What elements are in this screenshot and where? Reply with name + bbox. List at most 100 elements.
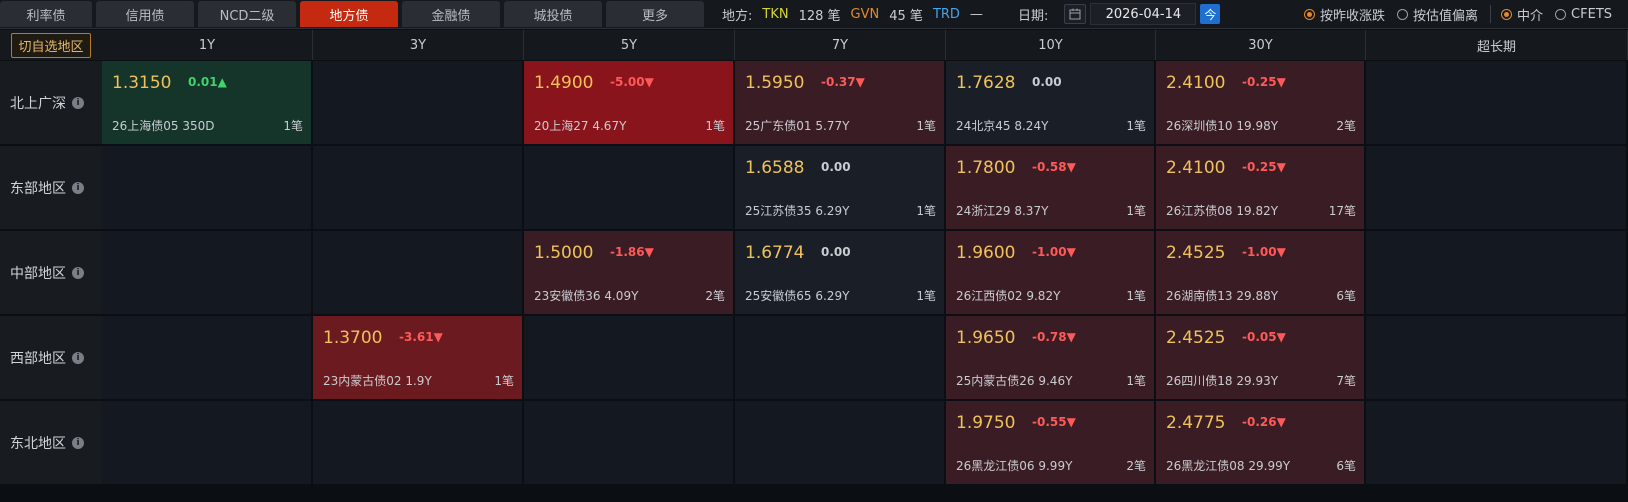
trade-count: 1笔	[916, 119, 936, 133]
yield-value: 1.5950	[745, 73, 805, 93]
quote-cell[interactable]: 2.4100 -0.25▼ 26江苏债08 19.82Y 17笔	[1156, 146, 1366, 231]
quote-cell[interactable]: 1.9750 -0.55▼ 26黑龙江债06 9.99Y 2笔	[946, 401, 1156, 486]
bond-name: 20上海27 4.67Y	[534, 119, 627, 133]
quote-cell[interactable]: 1.7628 0.00 24北京45 8.24Y 1笔	[946, 61, 1156, 146]
yield-value: 1.4900	[534, 73, 594, 93]
info-icon[interactable]: i	[72, 266, 84, 279]
trade-count: 1笔	[916, 204, 936, 218]
bond-name: 23内蒙古债02 1.9Y	[323, 374, 432, 388]
change-value: 0.00	[821, 245, 851, 259]
info-icon[interactable]: i	[72, 181, 84, 194]
region-tenor-grid: 切自选地区 1Y 3Y 5Y 7Y 10Y 30Y 超长期北上广深 i 1.3150 0.01▲ 2…	[0, 30, 1628, 502]
trade-summary: 地方: TKN 128 笔 GVN 45 笔 TRD —	[722, 0, 993, 28]
quote-cell[interactable]: 1.7800 -0.58▼ 24浙江29 8.37Y 1笔	[946, 146, 1156, 231]
bond-name: 25安徽债65 6.29Y	[745, 289, 850, 303]
column-header-5[interactable]: 30Y	[1156, 30, 1366, 60]
change-value: 0.01▲	[188, 75, 227, 89]
row-header-3[interactable]: 西部地区 i	[0, 316, 102, 401]
tab-6[interactable]: 更多	[606, 1, 704, 27]
trade-count: 6笔	[1336, 459, 1356, 473]
yield-value: 2.4525	[1166, 328, 1226, 348]
trade-count: 1笔	[494, 374, 514, 388]
column-header-1[interactable]: 3Y	[313, 30, 524, 60]
radio-option-2[interactable]: 中介	[1501, 5, 1543, 24]
quote-cell[interactable]: 2.4775 -0.26▼ 26黑龙江债08 29.99Y 6笔	[1156, 401, 1366, 486]
quote-cell[interactable]: 2.4525 -0.05▼ 26四川债18 29.93Y 7笔	[1156, 316, 1366, 401]
quote-cell[interactable]: 1.9650 -0.78▼ 25内蒙古债26 9.46Y 1笔	[946, 316, 1156, 401]
radio-option-0[interactable]: 按昨收涨跌	[1304, 5, 1385, 24]
tab-0[interactable]: 利率债	[0, 1, 92, 27]
trade-count: 1笔	[705, 119, 725, 133]
yield-value: 1.3150	[112, 73, 172, 93]
empty-cell	[1366, 231, 1628, 316]
bond-name: 26上海债05 350D	[112, 119, 215, 133]
yield-value: 2.4525	[1166, 243, 1226, 263]
calendar-icon[interactable]	[1064, 4, 1087, 24]
info-icon[interactable]: i	[72, 351, 84, 364]
change-value: 0.00	[821, 160, 851, 174]
tab-4[interactable]: 金融债	[402, 1, 500, 27]
info-icon[interactable]: i	[72, 96, 84, 109]
radio-option-1[interactable]: 按估值偏离	[1397, 5, 1478, 24]
row-header-label: 东部地区	[10, 180, 66, 197]
column-header-0[interactable]: 1Y	[102, 30, 313, 60]
radio-dot-icon	[1397, 8, 1409, 20]
tab-3[interactable]: 地方债	[300, 1, 398, 27]
switch-region-button[interactable]: 切自选地区	[11, 32, 91, 58]
quote-cell[interactable]: 1.3150 0.01▲ 26上海债05 350D 1笔	[102, 61, 313, 146]
row-header-0[interactable]: 北上广深 i	[0, 61, 102, 146]
column-header-6[interactable]: 超长期	[1366, 30, 1628, 60]
change-value: -3.61▼	[399, 330, 443, 344]
bond-name: 26湖南债13 29.88Y	[1166, 289, 1279, 303]
trade-count: 1笔	[1126, 289, 1146, 303]
quote-cell[interactable]: 1.9600 -1.00▼ 26江西债02 9.82Y 1笔	[946, 231, 1156, 316]
tab-2[interactable]: NCD二级	[198, 1, 296, 27]
top-bar: 利率债 信用债 NCD二级 地方债 金融债 城投债 更多 地方: TKN 128 笔 GVN…	[0, 0, 1628, 29]
quote-cell[interactable]: 1.6774 0.00 25安徽债65 6.29Y 1笔	[735, 231, 946, 316]
empty-cell	[524, 316, 735, 401]
empty-cell	[735, 401, 946, 486]
radio-separator	[1490, 5, 1492, 23]
empty-cell	[524, 146, 735, 231]
date-input[interactable]: 2026-04-14	[1090, 3, 1197, 25]
quote-cell[interactable]: 2.4100 -0.25▼ 26深圳债10 19.98Y 2笔	[1156, 61, 1366, 146]
column-header-2[interactable]: 5Y	[524, 30, 735, 60]
yield-value: 1.7628	[956, 73, 1016, 93]
quote-cell[interactable]: 1.6588 0.00 25江苏债35 6.29Y 1笔	[735, 146, 946, 231]
trd-count: —	[969, 6, 983, 22]
empty-cell	[102, 401, 313, 486]
column-header-4[interactable]: 10Y	[946, 30, 1156, 60]
quote-cell[interactable]: 1.5000 -1.86▼ 23安徽债36 4.09Y 2笔	[524, 231, 735, 316]
change-value: -5.00▼	[610, 75, 654, 89]
empty-cell	[1366, 146, 1628, 231]
row-header-2[interactable]: 中部地区 i	[0, 231, 102, 316]
row-header-4[interactable]: 东北地区 i	[0, 401, 102, 486]
yield-value: 1.9650	[956, 328, 1016, 348]
column-header-3[interactable]: 7Y	[735, 30, 946, 60]
bond-name: 25内蒙古债26 9.46Y	[956, 374, 1073, 388]
bond-name: 24浙江29 8.37Y	[956, 204, 1049, 218]
yield-value: 2.4100	[1166, 73, 1226, 93]
row-header-label: 北上广深	[10, 95, 66, 112]
today-button[interactable]: 今	[1200, 4, 1221, 24]
empty-cell	[1366, 316, 1628, 401]
radio-option-3[interactable]: CFETS	[1555, 7, 1612, 22]
bond-name: 26江西债02 9.82Y	[956, 289, 1061, 303]
quote-cell[interactable]: 1.5950 -0.37▼ 25广东债01 5.77Y 1笔	[735, 61, 946, 146]
yield-value: 1.7800	[956, 158, 1016, 178]
quote-cell[interactable]: 1.3700 -3.61▼ 23内蒙古债02 1.9Y 1笔	[313, 316, 524, 401]
yield-value: 1.3700	[323, 328, 383, 348]
info-icon[interactable]: i	[72, 436, 84, 449]
mode-radios: 按昨收涨跌 按估值偏离 中介 CFETS	[1304, 0, 1624, 28]
bond-name: 26黑龙江债06 9.99Y	[956, 459, 1073, 473]
radio-dot-icon	[1555, 8, 1567, 20]
tab-5[interactable]: 城投债	[504, 1, 602, 27]
row-header-1[interactable]: 东部地区 i	[0, 146, 102, 231]
quote-cell[interactable]: 1.4900 -5.00▼ 20上海27 4.67Y 1笔	[524, 61, 735, 146]
bond-name: 26四川债18 29.93Y	[1166, 374, 1279, 388]
bond-name: 25江苏债35 6.29Y	[745, 204, 850, 218]
tab-1[interactable]: 信用债	[96, 1, 194, 27]
quote-cell[interactable]: 2.4525 -1.00▼ 26湖南债13 29.88Y 6笔	[1156, 231, 1366, 316]
bond-name: 26江苏债08 19.82Y	[1166, 204, 1279, 218]
trade-count: 17笔	[1328, 204, 1356, 218]
